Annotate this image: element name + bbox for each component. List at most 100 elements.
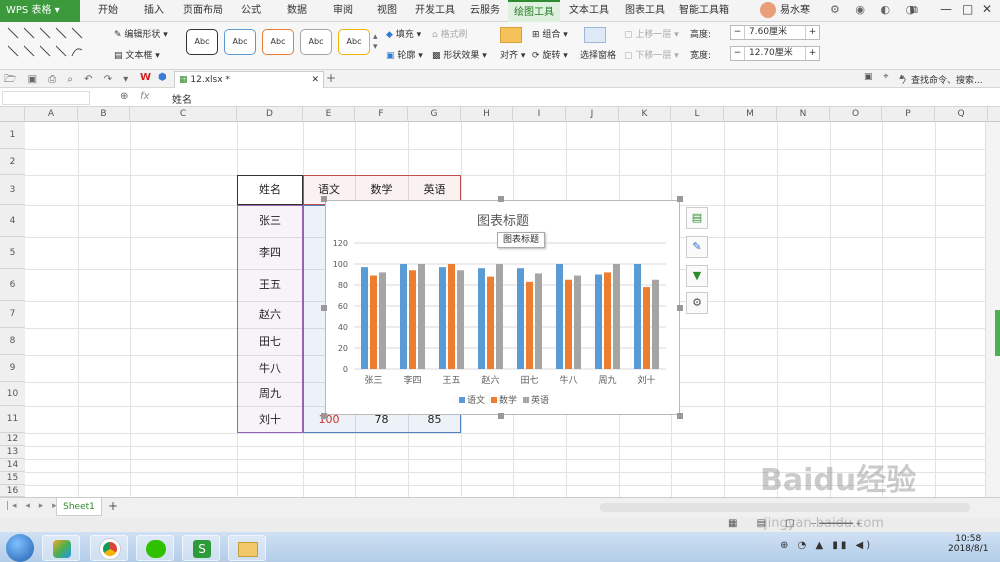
fx-label[interactable]: fx (140, 91, 149, 102)
resize-handle[interactable] (321, 413, 327, 419)
column-header[interactable]: Q (935, 107, 988, 122)
row-header[interactable]: 6 (0, 269, 25, 301)
resize-handle[interactable] (498, 196, 504, 202)
rotate-button[interactable]: ⟳ 旋转 ▾ (532, 48, 568, 61)
column-header[interactable]: K (619, 107, 671, 122)
row-header[interactable]: 11 (0, 406, 25, 433)
width-stepper[interactable]: −12.70厘米 + (730, 46, 820, 61)
width-increase-button[interactable]: + (805, 47, 819, 60)
taskbar-app-icon[interactable] (42, 535, 80, 561)
column-header[interactable]: E (303, 107, 355, 122)
command-search[interactable]: 〉查找命令、搜索... (902, 73, 983, 86)
row-header[interactable]: 16 (0, 485, 25, 497)
tab-page-layout[interactable]: 页面布局 (178, 0, 228, 22)
tab-insert[interactable]: 插入 (136, 0, 172, 22)
horizontal-scrollbar[interactable] (600, 503, 970, 512)
tab-developer[interactable]: 开发工具 (410, 0, 460, 22)
shape-style-2[interactable]: Abc (224, 29, 256, 55)
zoom-icon[interactable]: ⊕ (120, 91, 128, 102)
file-explorer-icon[interactable] (228, 535, 266, 561)
table-cell[interactable]: 田七 (237, 328, 303, 355)
column-header[interactable]: B (78, 107, 130, 122)
table-cell[interactable]: 赵六 (237, 301, 303, 328)
formula-input[interactable]: 姓名 (172, 91, 192, 106)
resize-handle[interactable] (677, 413, 683, 419)
select-pane-button[interactable]: 选择窗格 (580, 48, 616, 61)
tab-chart-tools[interactable]: 图表工具 (620, 0, 670, 22)
row-header[interactable]: 1 (0, 122, 25, 149)
close-icon[interactable]: ✕ (982, 2, 992, 16)
row-header[interactable]: 8 (0, 328, 25, 355)
bring-forward-button[interactable]: ▢ 上移一层 ▾ (624, 27, 679, 40)
maximize-icon[interactable]: □ (962, 2, 973, 16)
side-panel-tab[interactable] (995, 310, 1000, 356)
column-header[interactable]: O (830, 107, 882, 122)
column-header[interactable]: F (355, 107, 408, 122)
row-header[interactable]: 13 (0, 446, 25, 459)
shape-style-4[interactable]: Abc (300, 29, 332, 55)
clock[interactable]: 10:58 2018/8/1 (948, 534, 988, 554)
wechat-icon[interactable] (136, 535, 174, 561)
group-button[interactable]: ⊞ 组合 ▾ (532, 27, 568, 40)
row-header[interactable]: 4 (0, 205, 25, 237)
system-tray-icons[interactable]: ⊕ ◔ ▲ ▮▮ ◀) (780, 540, 873, 551)
tab-cloud[interactable]: 云服务 (465, 0, 505, 22)
sheet-tab[interactable]: Sheet1 (56, 498, 102, 516)
resize-handle[interactable] (321, 196, 327, 202)
chart-settings-gear-icon[interactable]: ⚙ (686, 292, 708, 314)
select-all-corner[interactable] (0, 107, 25, 122)
tab-start[interactable]: 开始 (90, 0, 126, 22)
line-shapes-gallery[interactable] (6, 26, 90, 62)
width-decrease-button[interactable]: − (731, 47, 745, 60)
row-header[interactable]: 9 (0, 355, 25, 382)
user-name[interactable]: 易水寒 (780, 0, 810, 22)
fill-button[interactable]: ◆ 填充 ▾ (386, 27, 421, 40)
resize-handle[interactable] (677, 305, 683, 311)
send-backward-button[interactable]: ▢ 下移一层 ▾ (624, 48, 679, 61)
align-button[interactable]: 对齐 ▾ (500, 48, 525, 61)
tab-data[interactable]: 数据 (280, 0, 314, 22)
row-header[interactable]: 3 (0, 175, 25, 205)
cube-icon[interactable]: ⬢ (158, 72, 167, 83)
column-header[interactable]: M (724, 107, 777, 122)
chart-elements-icon[interactable]: ▤ (686, 207, 708, 229)
shape-style-1[interactable]: Abc (186, 29, 218, 55)
new-tab-icon[interactable]: + (326, 71, 336, 85)
tab-drawing-tools[interactable]: 绘图工具 (508, 0, 560, 22)
row-header[interactable]: 12 (0, 433, 25, 446)
column-header[interactable]: I (513, 107, 566, 122)
chrome-icon[interactable] (90, 535, 128, 561)
column-header[interactable]: P (882, 107, 935, 122)
row-header[interactable]: 2 (0, 149, 25, 175)
table-cell[interactable]: 张三 (237, 205, 303, 237)
tab-text-tools[interactable]: 文本工具 (564, 0, 614, 22)
tab-review[interactable]: 审阅 (326, 0, 360, 22)
wps-logo-icon[interactable]: W (140, 72, 151, 83)
column-header[interactable]: C (130, 107, 237, 122)
tab-formula[interactable]: 公式 (234, 0, 268, 22)
tab-smart-toolbox[interactable]: 智能工具箱 (676, 0, 732, 22)
add-sheet-icon[interactable]: + (108, 499, 118, 513)
align-icon[interactable] (500, 27, 522, 43)
table-header[interactable]: 姓名 (237, 175, 303, 205)
row-header[interactable]: 5 (0, 237, 25, 269)
shape-style-3[interactable]: Abc (262, 29, 294, 55)
table-cell[interactable]: 刘十 (237, 406, 303, 433)
name-box[interactable] (2, 91, 90, 105)
resize-handle[interactable] (498, 413, 504, 419)
column-header[interactable]: H (461, 107, 513, 122)
row-header[interactable]: 15 (0, 472, 25, 485)
document-tab[interactable]: ▦ 12.xlsx * ✕ (174, 71, 324, 88)
quick-access-icons[interactable]: 🗁 ▣ ⎙ ⌕ ↶ ↷ ▾ (4, 72, 132, 89)
table-cell[interactable]: 周九 (237, 382, 303, 406)
resize-handle[interactable] (321, 305, 327, 311)
column-header[interactable]: J (566, 107, 619, 122)
column-header[interactable]: A (25, 107, 78, 122)
start-button[interactable] (6, 534, 34, 562)
tab-view[interactable]: 视图 (370, 0, 404, 22)
resize-handle[interactable] (677, 196, 683, 202)
app-menu-button[interactable]: WPS 表格 ▾ (0, 0, 80, 22)
minimize-icon[interactable]: — (940, 2, 952, 16)
column-header[interactable]: N (777, 107, 830, 122)
wps-spreadsheet-icon[interactable]: S (182, 535, 220, 561)
